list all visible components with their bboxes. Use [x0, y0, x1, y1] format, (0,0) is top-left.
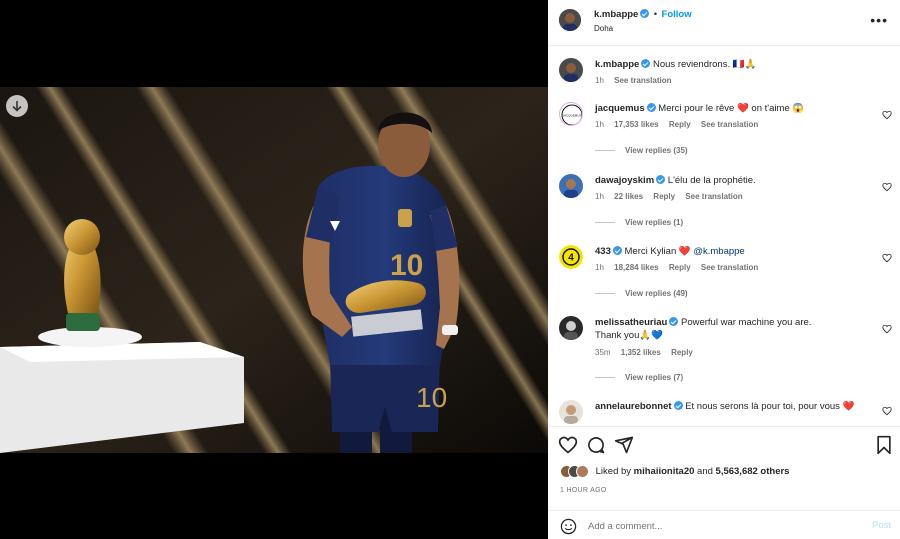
post-location[interactable]: Doha — [594, 24, 613, 33]
comment-likes[interactable]: 1,352 likes — [621, 348, 661, 357]
share-icon[interactable] — [614, 435, 634, 455]
comment-icon[interactable] — [586, 435, 606, 455]
view-replies-button[interactable]: View replies (49) — [595, 289, 688, 298]
view-replies-button[interactable]: View replies (1) — [595, 218, 683, 227]
commenter-avatar[interactable]: 4 — [559, 245, 583, 269]
post-timestamp[interactable]: 1 HOUR AGO — [560, 487, 607, 494]
commenter-username[interactable]: melissatheuriau — [595, 317, 667, 328]
liker-avatar — [576, 465, 589, 478]
like-heart-icon[interactable] — [558, 435, 578, 455]
comments-list[interactable]: k.mbappe Nous reviendrons. 🇫🇷🙏 1h See tr… — [548, 46, 900, 426]
comment-likes[interactable]: 18,284 likes — [614, 263, 658, 272]
avatar-image — [559, 316, 583, 340]
mention-link[interactable]: @k.mbappe — [693, 246, 744, 257]
like-comment-heart-icon[interactable] — [882, 406, 892, 416]
verified-icon — [673, 401, 683, 410]
add-comment-input[interactable] — [588, 521, 848, 532]
verified-icon — [641, 59, 651, 68]
liked-by-others[interactable]: 5,563,682 others — [716, 466, 790, 477]
comment-text: L'élu de la prophétie. — [667, 175, 756, 186]
verified-icon — [640, 9, 650, 18]
photo-illustration: 10 10 — [0, 87, 548, 453]
caption-username[interactable]: k.mbappe — [595, 59, 639, 70]
comment-likes[interactable]: 22 likes — [614, 192, 643, 201]
arrow-down-icon — [12, 101, 22, 112]
bookmark-icon[interactable] — [874, 435, 894, 455]
avatar-image — [559, 400, 583, 424]
avatar-image: 4 — [559, 245, 583, 269]
svg-text:10: 10 — [416, 382, 447, 413]
commenter-username[interactable]: 433 — [595, 246, 611, 257]
verified-icon — [656, 175, 666, 184]
see-translation-button[interactable]: See translation — [685, 192, 742, 201]
like-comment-heart-icon[interactable] — [882, 110, 892, 120]
see-translation-button[interactable]: See translation — [614, 76, 671, 85]
post-header: k.mbappe • Follow Doha ••• — [548, 0, 900, 46]
caption-time[interactable]: 1h — [595, 76, 604, 85]
separator-dot: • — [653, 9, 658, 19]
comment-text: Merci Kylian ❤️ — [624, 246, 691, 257]
reply-button[interactable]: Reply — [671, 348, 693, 357]
comment-text: Merci pour le rêve ❤️ on t'aime 😱 — [658, 103, 805, 114]
commenter-username[interactable]: jacquemus — [595, 103, 645, 114]
caption-text: Nous reviendrons. 🇫🇷🙏 — [653, 59, 757, 70]
reply-button[interactable]: Reply — [669, 263, 691, 272]
post-comment-button[interactable]: Post — [872, 520, 891, 531]
reply-button[interactable]: Reply — [653, 192, 675, 201]
media-panel: 10 10 — [0, 0, 548, 539]
post-details-panel: k.mbappe • Follow Doha ••• k.mbappe Nous… — [548, 0, 900, 539]
avatar-image — [559, 58, 583, 82]
comment-text: Powerful war machine you are. — [680, 317, 812, 328]
view-replies-button[interactable]: View replies (7) — [595, 373, 683, 382]
liked-by-and: and — [697, 466, 713, 478]
add-comment-bar: Post — [548, 510, 900, 539]
commenter-avatar[interactable] — [559, 316, 583, 340]
svg-text:JACQUEMUS: JACQUEMUS — [563, 114, 582, 118]
liked-by-summary: Liked by mihaiionita20 and 5,563,682 oth… — [560, 465, 789, 478]
comment-time[interactable]: 35m — [595, 348, 611, 357]
verified-icon — [646, 103, 656, 112]
see-translation-button[interactable]: See translation — [701, 263, 758, 272]
avatar-image — [559, 174, 583, 198]
reply-button[interactable]: Reply — [669, 120, 691, 129]
caption-avatar[interactable] — [559, 58, 583, 82]
svg-text:4: 4 — [568, 253, 574, 264]
see-translation-button[interactable]: See translation — [701, 120, 758, 129]
comment-text: Et nous serons là pour toi, pour vous ❤️ — [685, 401, 855, 412]
comment-time[interactable]: 1h — [595, 192, 604, 201]
author-username[interactable]: k.mbappe — [594, 9, 638, 20]
post-photo[interactable]: 10 10 — [0, 87, 548, 453]
emoji-icon[interactable] — [560, 518, 577, 535]
more-options-button[interactable]: ••• — [870, 13, 888, 27]
like-comment-heart-icon[interactable] — [882, 324, 892, 334]
commenter-avatar[interactable] — [559, 400, 583, 424]
comment-time[interactable]: 1h — [595, 120, 604, 129]
avatar-image: JACQUEMUS — [561, 104, 582, 125]
follow-button[interactable]: Follow — [662, 9, 692, 20]
liked-by-user[interactable]: mihaiionita20 — [634, 466, 695, 477]
commenter-username[interactable]: dawajoyskim — [595, 175, 654, 186]
like-comment-heart-icon[interactable] — [882, 182, 892, 192]
liked-by-prefix: Liked by — [595, 466, 632, 478]
like-comment-heart-icon[interactable] — [882, 253, 892, 263]
avatar-image — [559, 9, 581, 31]
commenter-username[interactable]: annelaurebonnet — [595, 401, 672, 412]
download-button[interactable] — [6, 95, 28, 117]
instagram-post-modal: 10 10 k.mbappe • Follow Doha ••• k.mbapp… — [0, 0, 900, 539]
post-actions: Liked by mihaiionita20 and 5,563,682 oth… — [548, 426, 900, 539]
svg-text:10: 10 — [390, 249, 423, 282]
comment-time[interactable]: 1h — [595, 263, 604, 272]
comment-likes[interactable]: 17,353 likes — [614, 120, 658, 129]
commenter-avatar[interactable] — [559, 174, 583, 198]
view-replies-button[interactable]: View replies (35) — [595, 146, 688, 155]
author-avatar[interactable] — [559, 9, 581, 31]
comment-text-line2: Thank you🙏💙 — [595, 330, 664, 341]
verified-icon — [669, 317, 679, 326]
commenter-avatar[interactable]: JACQUEMUS — [559, 102, 583, 126]
verified-icon — [612, 246, 622, 255]
